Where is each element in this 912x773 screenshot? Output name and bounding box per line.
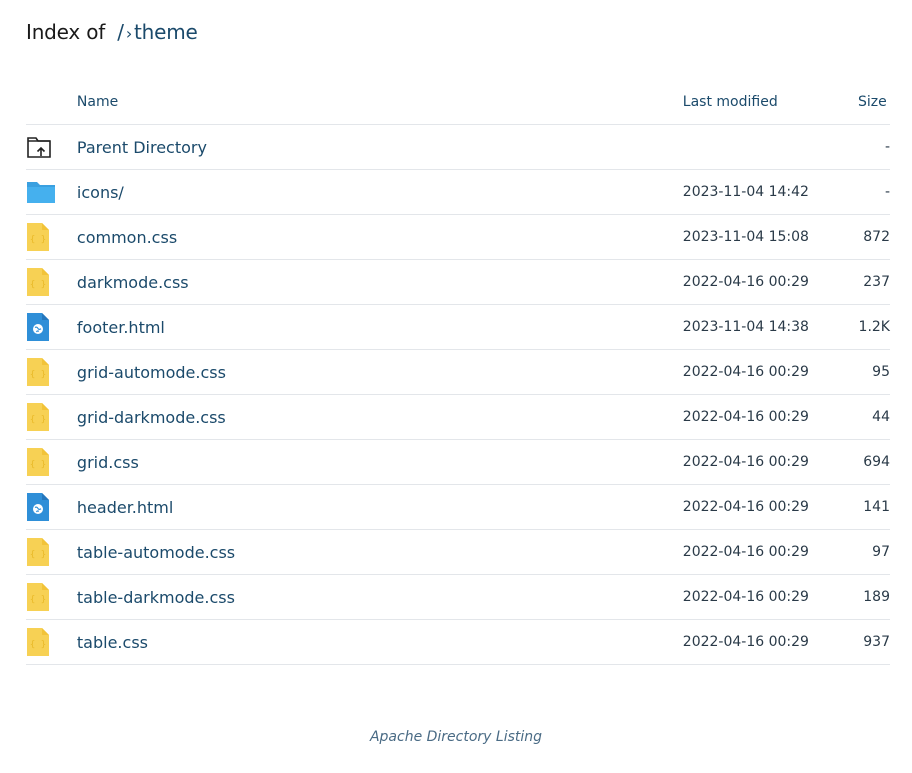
table-row: footer.html 2023-11-04 14:38 1.2K xyxy=(26,304,890,350)
file-link[interactable]: icons/ xyxy=(77,183,124,202)
footer-text: Apache Directory Listing xyxy=(369,729,543,745)
css-file-icon[interactable]: { } xyxy=(26,349,77,395)
html-file-icon[interactable] xyxy=(26,484,77,530)
file-name-cell: table-darkmode.css xyxy=(76,574,683,620)
table-row: { } grid-darkmode.css 2022-04-16 00:29 44 xyxy=(26,394,890,440)
table-row: { } grid.css 2022-04-16 00:29 694 xyxy=(26,439,890,485)
last-modified-cell xyxy=(682,124,858,170)
column-header-size[interactable]: Size xyxy=(857,80,890,125)
file-name-cell: grid.css xyxy=(76,439,683,485)
last-modified-cell: 2022-04-16 00:29 xyxy=(682,439,858,485)
table-row: icons/2023-11-04 14:42- xyxy=(26,169,890,215)
table-row: header.html 2022-04-16 00:29 141 xyxy=(26,484,890,530)
svg-text:{ }: { } xyxy=(30,640,46,650)
column-header-name[interactable]: Name xyxy=(76,80,683,125)
last-modified-cell: 2022-04-16 00:29 xyxy=(682,619,858,665)
css-file-icon[interactable]: { } xyxy=(26,619,77,665)
last-modified-cell: 2023-11-04 14:42 xyxy=(682,169,858,215)
table-header-row: Name Last modified Size xyxy=(26,80,890,125)
parent-directory-icon[interactable] xyxy=(26,124,77,170)
breadcrumb-separator: › xyxy=(125,24,133,43)
file-link[interactable]: grid.css xyxy=(77,453,139,472)
breadcrumb-root-link[interactable]: / xyxy=(117,20,124,44)
file-name-cell: table.css xyxy=(76,619,683,665)
file-name-cell: table-automode.css xyxy=(76,529,683,575)
css-file-icon[interactable]: { } xyxy=(26,574,77,620)
file-name-cell: icons/ xyxy=(76,169,683,215)
size-cell: 694 xyxy=(857,439,890,485)
file-link[interactable]: footer.html xyxy=(77,318,165,337)
table-row: { } darkmode.css 2022-04-16 00:29 237 xyxy=(26,259,890,305)
last-modified-cell: 2022-04-16 00:29 xyxy=(682,394,858,440)
last-modified-cell: 2022-04-16 00:29 xyxy=(682,484,858,530)
file-link[interactable]: table.css xyxy=(77,633,148,652)
file-link[interactable]: table-automode.css xyxy=(77,543,235,562)
last-modified-cell: 2022-04-16 00:29 xyxy=(682,349,858,395)
svg-text:{ }: { } xyxy=(30,415,46,425)
folder-icon[interactable] xyxy=(26,169,77,215)
file-link[interactable]: grid-automode.css xyxy=(77,363,226,382)
file-link[interactable]: grid-darkmode.css xyxy=(77,408,226,427)
size-cell: - xyxy=(857,124,890,170)
breadcrumb-current: theme xyxy=(134,20,198,44)
last-modified-cell: 2023-11-04 15:08 xyxy=(682,214,858,260)
size-cell: 1.2K xyxy=(857,304,890,350)
file-link[interactable]: darkmode.css xyxy=(77,273,189,292)
column-header-last-modified[interactable]: Last modified xyxy=(682,80,858,125)
svg-text:{ }: { } xyxy=(30,280,46,290)
size-cell: 237 xyxy=(857,259,890,305)
file-name-cell: Parent Directory xyxy=(76,124,683,170)
file-name-cell: footer.html xyxy=(76,304,683,350)
last-modified-cell: 2023-11-04 14:38 xyxy=(682,304,858,350)
size-cell: 872 xyxy=(857,214,890,260)
svg-text:{ }: { } xyxy=(30,550,46,560)
svg-text:{ }: { } xyxy=(30,235,46,245)
svg-text:{ }: { } xyxy=(30,370,46,380)
directory-listing-table: Name Last modified Size Parent Directory… xyxy=(26,80,890,665)
size-cell: - xyxy=(857,169,890,215)
file-name-cell: grid-automode.css xyxy=(76,349,683,395)
last-modified-cell: 2022-04-16 00:29 xyxy=(682,574,858,620)
size-cell: 189 xyxy=(857,574,890,620)
svg-text:{ }: { } xyxy=(30,595,46,605)
size-cell: 141 xyxy=(857,484,890,530)
css-file-icon[interactable]: { } xyxy=(26,439,77,485)
last-modified-cell: 2022-04-16 00:29 xyxy=(682,259,858,305)
file-link[interactable]: common.css xyxy=(77,228,177,247)
table-row: { } table-automode.css 2022-04-16 00:29 97 xyxy=(26,529,890,575)
svg-text:{ }: { } xyxy=(30,460,46,470)
table-row: { } common.css 2023-11-04 15:08 872 xyxy=(26,214,890,260)
table-row: Parent Directory - xyxy=(26,124,890,170)
file-name-cell: grid-darkmode.css xyxy=(76,394,683,440)
size-cell: 937 xyxy=(857,619,890,665)
file-name-cell: darkmode.css xyxy=(76,259,683,305)
file-link[interactable]: Parent Directory xyxy=(77,138,207,157)
table-row: { } grid-automode.css 2022-04-16 00:29 95 xyxy=(26,349,890,395)
html-file-icon[interactable] xyxy=(26,304,77,350)
size-cell: 44 xyxy=(857,394,890,440)
css-file-icon[interactable]: { } xyxy=(26,214,77,260)
file-name-cell: common.css xyxy=(76,214,683,260)
icon-column-header xyxy=(26,80,77,125)
file-link[interactable]: table-darkmode.css xyxy=(77,588,235,607)
table-row: { } table-darkmode.css 2022-04-16 00:29 189 xyxy=(26,574,890,620)
css-file-icon[interactable]: { } xyxy=(26,529,77,575)
last-modified-cell: 2022-04-16 00:29 xyxy=(682,529,858,575)
table-row: { } table.css 2022-04-16 00:29 937 xyxy=(26,619,890,665)
css-file-icon[interactable]: { } xyxy=(26,394,77,440)
file-name-cell: header.html xyxy=(76,484,683,530)
page-title: Index of / › theme xyxy=(26,18,198,48)
file-link[interactable]: header.html xyxy=(77,498,173,517)
size-cell: 97 xyxy=(857,529,890,575)
title-prefix: Index of xyxy=(26,20,106,44)
css-file-icon[interactable]: { } xyxy=(26,259,77,305)
size-cell: 95 xyxy=(857,349,890,395)
